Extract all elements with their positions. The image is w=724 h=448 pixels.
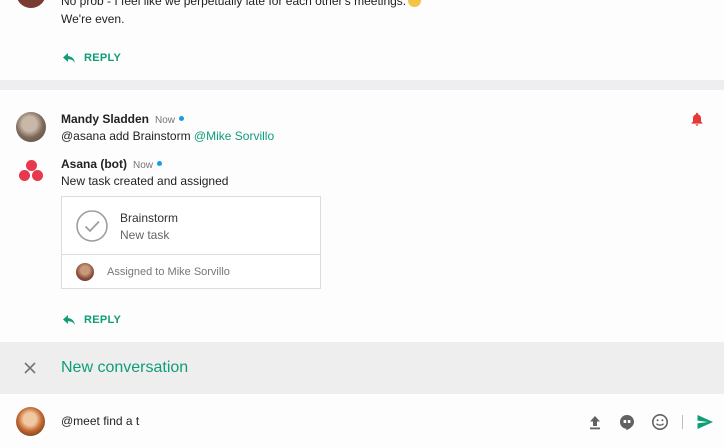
- message-text: No prob - I feel like we perpetually lat…: [61, 0, 422, 8]
- reply-button[interactable]: REPLY: [62, 314, 121, 326]
- task-card[interactable]: Brainstorm New task Assigned to Mike Sor…: [61, 196, 321, 289]
- chat-page: No prob - I feel like we perpetually lat…: [0, 0, 724, 448]
- assigned-text: Assigned to Mike Sorvillo: [107, 266, 230, 278]
- notification-bell-icon[interactable]: [691, 112, 703, 126]
- message-text: @asana add Brainstorm @Mike Sorvillo: [61, 129, 275, 143]
- toolbar-divider: [682, 415, 683, 429]
- avatar[interactable]: [16, 112, 46, 142]
- message-text: We're even.: [61, 12, 125, 26]
- smile-emoji-icon: [408, 0, 422, 7]
- timestamp: Now: [133, 160, 154, 171]
- message-text: New task created and assigned: [61, 174, 229, 188]
- conversation-thread: Mandy Sladden Now @asana add Brainstorm @…: [0, 90, 724, 342]
- presence-dot: [157, 161, 163, 166]
- mention-link[interactable]: @Mike Sorvillo: [194, 129, 274, 143]
- thread-divider: [0, 80, 724, 90]
- avatar: [16, 407, 45, 436]
- asana-logo-icon: [18, 158, 44, 184]
- task-subtitle: New task: [120, 228, 170, 242]
- send-icon[interactable]: [696, 413, 714, 431]
- message-input[interactable]: [61, 413, 561, 429]
- new-conversation-label: New conversation: [61, 359, 189, 376]
- timestamp: Now: [155, 115, 176, 126]
- reply-button[interactable]: REPLY: [62, 52, 121, 64]
- task-card-header: Brainstorm New task: [62, 197, 320, 255]
- checkmark-circle-icon[interactable]: [76, 210, 108, 242]
- message-author: Mandy Sladden Now: [61, 112, 185, 126]
- hangouts-icon[interactable]: [618, 413, 636, 431]
- assignee-avatar: [76, 263, 94, 281]
- message-author: Asana (bot) Now: [61, 157, 163, 171]
- avatar: [16, 0, 46, 8]
- compose-bar: [0, 394, 724, 448]
- reply-label: REPLY: [84, 314, 122, 326]
- reply-icon: [63, 315, 75, 325]
- previous-thread: No prob - I feel like we perpetually lat…: [0, 0, 724, 80]
- task-title: Brainstorm: [120, 211, 179, 225]
- reply-icon: [63, 53, 75, 63]
- upload-icon[interactable]: [586, 413, 604, 431]
- new-conversation-bar: New conversation: [0, 342, 724, 394]
- presence-dot: [179, 116, 185, 121]
- close-icon[interactable]: [23, 361, 37, 375]
- reply-label: REPLY: [84, 52, 122, 64]
- emoji-icon[interactable]: [651, 413, 669, 431]
